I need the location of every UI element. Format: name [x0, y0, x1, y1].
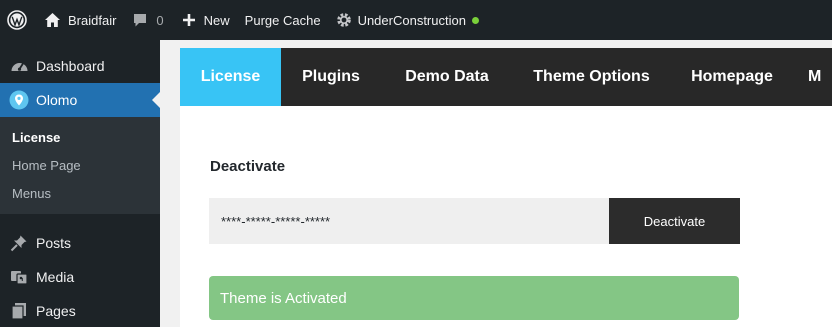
site-name-link[interactable]: Braidfair: [34, 0, 116, 40]
pages-icon: [9, 301, 29, 321]
pin-icon: [9, 233, 29, 253]
submenu-item-menus[interactable]: Menus: [0, 179, 160, 207]
sidebar-item-label: Posts: [36, 235, 72, 251]
main-content: License Plugins Demo Data Theme Options …: [160, 40, 832, 327]
sidebar-item-label: Dashboard: [36, 58, 105, 74]
new-label: New: [203, 12, 230, 28]
purge-cache-label: Purge Cache: [244, 12, 321, 28]
plus-icon: [182, 13, 196, 27]
wordpress-logo-icon: [7, 10, 27, 30]
sidebar-item-olomo[interactable]: Olomo: [0, 83, 160, 117]
admin-sidebar: Dashboard Olomo License Home Page Menus …: [0, 40, 160, 327]
submenu-item-home-page[interactable]: Home Page: [0, 151, 160, 179]
sidebar-item-posts[interactable]: Posts: [0, 226, 160, 260]
tab-homepage[interactable]: Homepage: [670, 48, 794, 106]
tab-license[interactable]: License: [180, 48, 281, 106]
sidebar-item-media[interactable]: Media: [0, 260, 160, 294]
tab-demo-data[interactable]: Demo Data: [381, 48, 513, 106]
sidebar-item-pages[interactable]: Pages: [0, 294, 160, 327]
admin-bar: Braidfair 0 New Purge Cache UnderConstru…: [0, 0, 832, 40]
location-pin-icon: [9, 90, 29, 110]
submenu-item-license[interactable]: License: [0, 123, 160, 151]
theme-panel: License Plugins Demo Data Theme Options …: [180, 48, 832, 327]
tab-more[interactable]: M: [794, 48, 832, 106]
gear-icon: [335, 11, 353, 29]
sidebar-item-label: Olomo: [36, 92, 78, 108]
media-icon: [9, 267, 29, 287]
olomo-submenu: License Home Page Menus: [0, 117, 160, 214]
deactivate-button[interactable]: Deactivate: [609, 198, 740, 244]
new-content-link[interactable]: New: [164, 0, 230, 40]
tab-plugins[interactable]: Plugins: [281, 48, 381, 106]
section-title: Deactivate: [210, 158, 286, 175]
comments-count: 0: [156, 12, 164, 28]
sidebar-item-label: Media: [36, 269, 75, 285]
activation-notice: Theme is Activated: [209, 276, 739, 320]
comment-bubble-icon: [132, 12, 148, 28]
wp-logo-menu[interactable]: [0, 0, 34, 40]
status-dot: [471, 16, 479, 24]
comments-link[interactable]: 0: [116, 0, 164, 40]
purge-cache-link[interactable]: Purge Cache: [230, 0, 321, 40]
theme-tabs: License Plugins Demo Data Theme Options …: [180, 48, 832, 106]
sidebar-item-dashboard[interactable]: Dashboard: [0, 49, 160, 83]
under-construction-label: UnderConstruction: [357, 12, 466, 28]
license-key-input[interactable]: [209, 198, 609, 244]
dashboard-icon: [9, 56, 29, 76]
under-construction-link[interactable]: UnderConstruction: [321, 0, 479, 40]
site-name: Braidfair: [68, 12, 117, 28]
license-form: Deactivate: [209, 198, 740, 244]
tab-theme-options[interactable]: Theme Options: [513, 48, 670, 106]
home-icon: [44, 12, 61, 28]
sidebar-item-label: Pages: [36, 303, 76, 319]
